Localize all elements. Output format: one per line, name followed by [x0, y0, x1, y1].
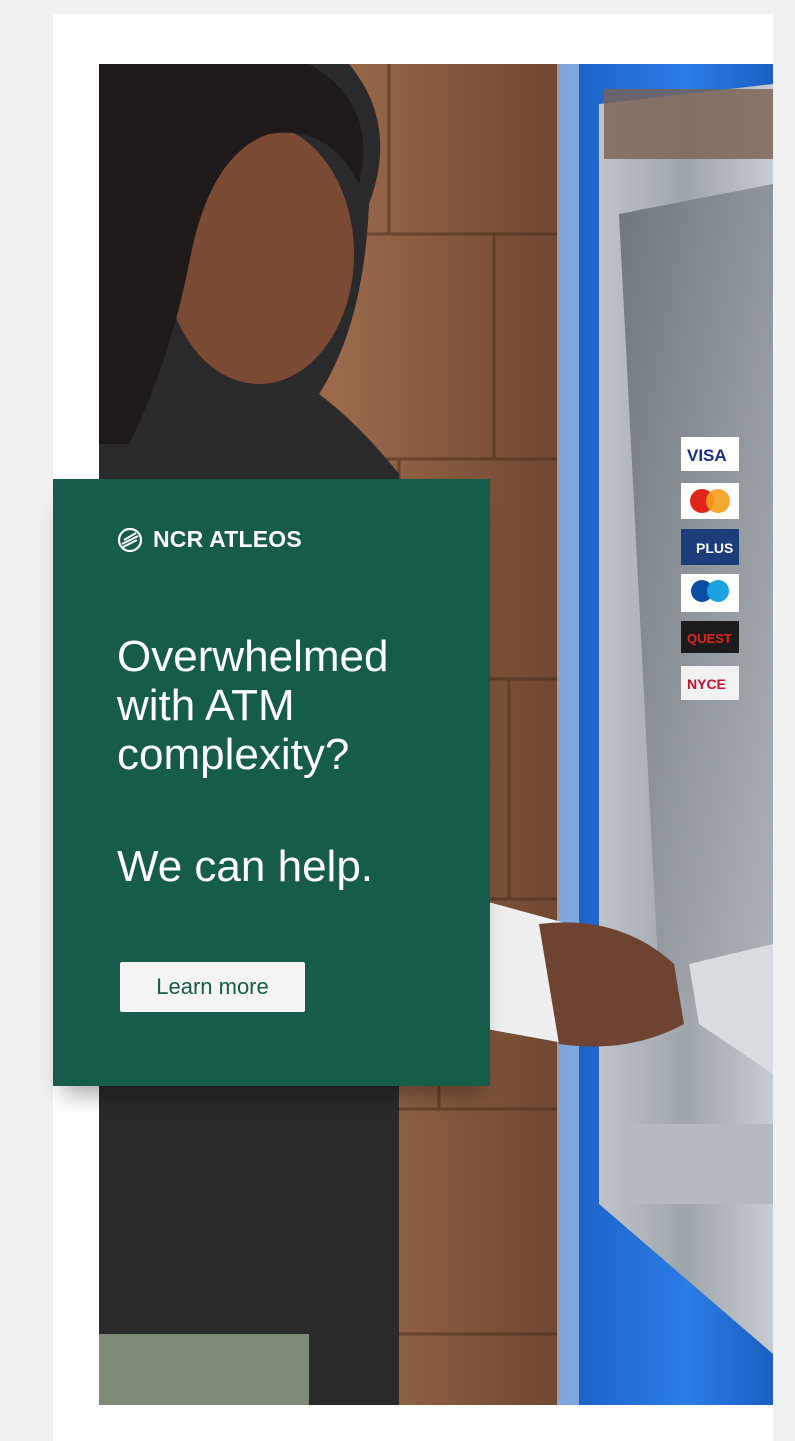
- headline-line: Overwhelmed: [117, 632, 389, 681]
- learn-more-button[interactable]: Learn more: [120, 962, 305, 1012]
- subhead: We can help.: [117, 842, 374, 891]
- brand-logo[interactable]: NCR ATLEOS: [117, 526, 302, 553]
- svg-text:NYCE: NYCE: [687, 676, 726, 692]
- globe-logo-icon: [117, 527, 143, 552]
- brand-name: NCR ATLEOS: [153, 526, 302, 552]
- ad-panel: NCR ATLEOS Overwhelmed with ATM complexi…: [53, 479, 490, 1086]
- svg-text:PLUS: PLUS: [696, 540, 733, 556]
- headline-line: complexity?: [117, 730, 350, 779]
- svg-text:QUEST: QUEST: [687, 631, 732, 646]
- svg-text:VISA: VISA: [687, 446, 727, 465]
- headline-line: with ATM: [117, 681, 295, 730]
- headline: Overwhelmed with ATM complexity?: [117, 632, 477, 779]
